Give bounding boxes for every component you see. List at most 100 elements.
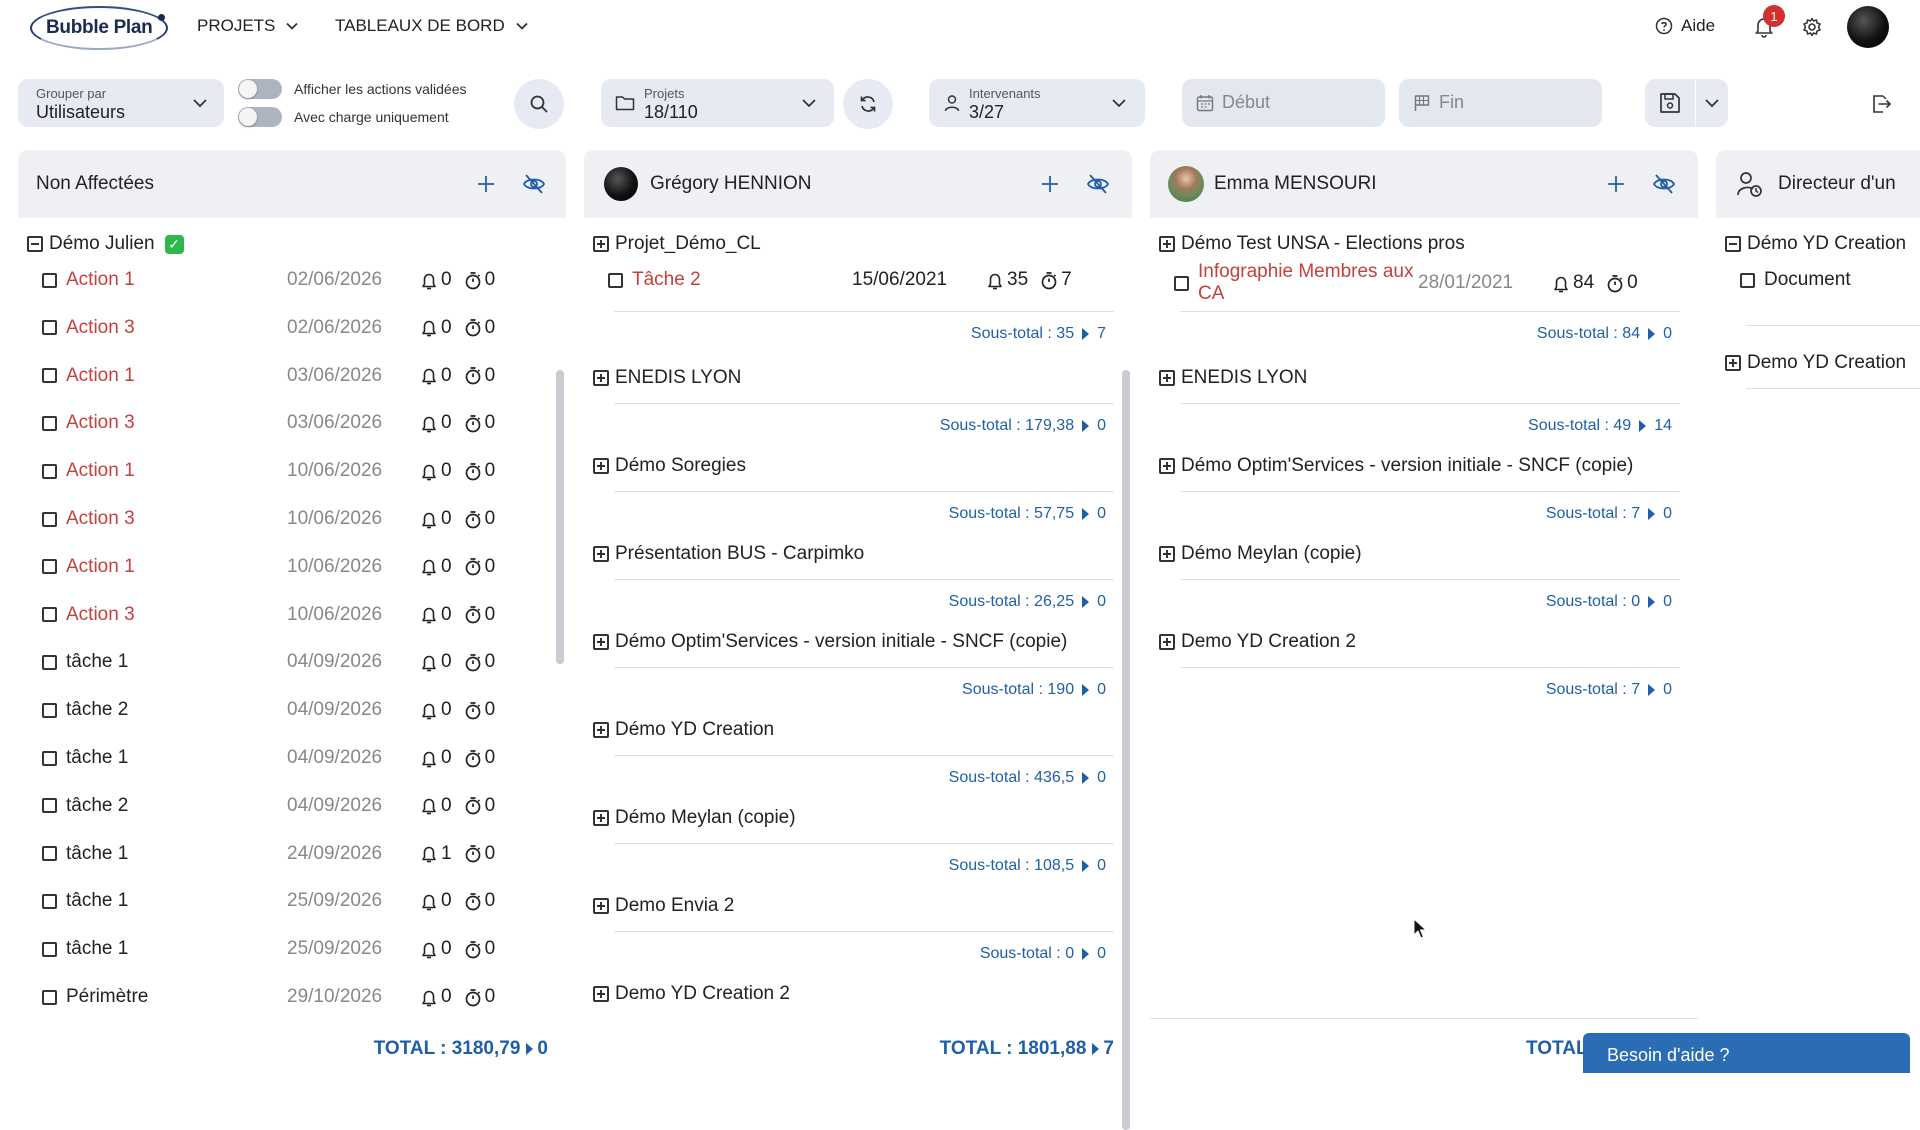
expand-icon[interactable] [1725, 355, 1741, 371]
task-row[interactable]: Action 3 10/06/2026 0 0 [42, 504, 546, 534]
project-group-header[interactable]: ENEDIS LYON [593, 367, 741, 389]
expand-icon[interactable] [593, 370, 609, 386]
expand-icon[interactable] [593, 722, 609, 738]
task-name[interactable]: tâche 1 [66, 651, 128, 673]
task-name[interactable]: Action 3 [66, 508, 135, 530]
task-row[interactable]: Action 3 02/06/2026 0 0 [42, 313, 546, 343]
toggle-switch[interactable] [238, 107, 282, 127]
expand-icon[interactable] [593, 634, 609, 650]
eye-off-icon[interactable] [1086, 172, 1110, 196]
toggle-switch[interactable] [238, 79, 282, 99]
task-row[interactable]: Action 1 10/06/2026 0 0 [42, 456, 546, 486]
project-group-header[interactable]: Projet_Démo_CL [593, 233, 761, 255]
task-checkbox[interactable] [42, 607, 57, 623]
task-row[interactable]: tâche 1 04/09/2026 0 0 [42, 647, 546, 677]
project-group-header[interactable]: Demo Envia 2 [593, 895, 734, 917]
plus-icon[interactable] [1040, 174, 1060, 194]
project-group-header[interactable]: Démo YD Creation [593, 719, 774, 741]
intervenants-select[interactable]: Intervenants 3/27 [929, 79, 1145, 127]
task-name[interactable]: tâche 2 [66, 699, 128, 721]
task-row[interactable]: Action 3 10/06/2026 0 0 [42, 600, 546, 630]
expand-icon[interactable] [1159, 236, 1175, 252]
expand-icon[interactable] [593, 986, 609, 1002]
task-row[interactable]: Tâche 2 15/06/2021 35 7 [608, 265, 1112, 295]
task-row[interactable]: Infographie Membres aux CA 28/01/2021 84 0 [1174, 261, 1678, 304]
end-date-field[interactable]: Fin [1399, 79, 1602, 127]
expand-icon[interactable] [1159, 370, 1175, 386]
nav-menu-projets[interactable]: PROJETS [197, 16, 299, 36]
task-name[interactable]: Action 1 [66, 269, 135, 291]
task-checkbox[interactable] [42, 463, 57, 479]
task-name[interactable]: Document [1764, 269, 1851, 291]
task-checkbox[interactable] [42, 750, 57, 766]
task-name[interactable]: tâche 1 [66, 890, 128, 912]
collapse-icon[interactable] [27, 236, 43, 252]
scrollbar-thumb[interactable] [1122, 370, 1130, 1130]
task-checkbox[interactable] [42, 798, 57, 814]
task-checkbox[interactable] [42, 893, 57, 909]
project-group-header[interactable]: Démo Julien ✓ [27, 233, 184, 255]
task-checkbox[interactable] [42, 559, 57, 575]
scrollbar-thumb[interactable] [556, 370, 564, 664]
task-checkbox[interactable] [42, 654, 57, 670]
project-group-header[interactable]: Démo Meylan (copie) [593, 807, 796, 829]
task-checkbox[interactable] [1174, 275, 1189, 291]
task-row[interactable]: Action 3 03/06/2026 0 0 [42, 408, 546, 438]
start-date-field[interactable]: Début [1182, 79, 1385, 127]
nav-menu-tableaux[interactable]: TABLEAUX DE BORD [335, 16, 529, 36]
project-group-header[interactable]: Demo YD Creation [1725, 352, 1906, 374]
task-checkbox[interactable] [42, 941, 57, 957]
task-name[interactable]: Infographie Membres aux CA [1198, 261, 1428, 305]
task-name[interactable]: Action 3 [66, 604, 135, 626]
expand-icon[interactable] [593, 898, 609, 914]
task-name[interactable]: Action 1 [66, 365, 135, 387]
task-name[interactable]: Tâche 2 [632, 269, 701, 291]
task-row[interactable]: Document [1740, 265, 1900, 295]
task-row[interactable]: tâche 1 25/09/2026 0 0 [42, 934, 546, 964]
task-checkbox[interactable] [1740, 272, 1755, 288]
task-row[interactable]: tâche 2 04/09/2026 0 0 [42, 791, 546, 821]
task-name[interactable]: Action 3 [66, 317, 135, 339]
task-row[interactable]: Action 1 10/06/2026 0 0 [42, 552, 546, 582]
project-group-header[interactable]: Démo Optim'Services - version initiale -… [593, 631, 1067, 653]
expand-icon[interactable] [593, 236, 609, 252]
task-checkbox[interactable] [42, 320, 57, 336]
search-button[interactable] [514, 79, 564, 129]
task-name[interactable]: Périmètre [66, 986, 148, 1008]
projects-select[interactable]: Projets 18/110 [601, 79, 834, 127]
collapse-icon[interactable] [1725, 236, 1741, 252]
group-by-select[interactable]: Grouper par Utilisateurs [18, 79, 224, 127]
task-checkbox[interactable] [42, 272, 57, 288]
expand-icon[interactable] [593, 810, 609, 826]
plus-icon[interactable] [476, 174, 496, 194]
task-checkbox[interactable] [608, 272, 623, 288]
task-row[interactable]: tâche 2 04/09/2026 0 0 [42, 695, 546, 725]
gear-icon[interactable] [1802, 17, 1822, 37]
expand-icon[interactable] [1159, 546, 1175, 562]
task-checkbox[interactable] [42, 702, 57, 718]
eye-off-icon[interactable] [522, 172, 546, 196]
project-group-header[interactable]: Démo Soregies [593, 455, 746, 477]
plus-icon[interactable] [1606, 174, 1626, 194]
help-link[interactable]: Aide [1655, 16, 1715, 36]
toggle-validated-actions[interactable]: Afficher les actions validées [238, 79, 467, 99]
save-view-button[interactable] [1645, 79, 1695, 127]
expand-icon[interactable] [593, 458, 609, 474]
expand-icon[interactable] [1159, 458, 1175, 474]
task-row[interactable]: tâche 1 04/09/2026 0 0 [42, 743, 546, 773]
save-view-dropdown[interactable] [1696, 79, 1728, 127]
task-row[interactable]: Action 1 02/06/2026 0 0 [42, 265, 546, 295]
project-group-header[interactable]: Demo YD Creation 2 [593, 983, 790, 1005]
project-group-header[interactable]: Démo Optim'Services - version initiale -… [1159, 455, 1633, 477]
task-checkbox[interactable] [42, 846, 57, 862]
project-group-header[interactable]: Demo YD Creation 2 [1159, 631, 1356, 653]
task-name[interactable]: tâche 1 [66, 843, 128, 865]
task-name[interactable]: Action 1 [66, 460, 135, 482]
user-avatar[interactable] [1847, 6, 1889, 48]
task-row[interactable]: Action 1 03/06/2026 0 0 [42, 361, 546, 391]
app-logo[interactable]: Bubble Plan [30, 4, 170, 50]
expand-icon[interactable] [593, 546, 609, 562]
task-name[interactable]: Action 1 [66, 556, 135, 578]
project-group-header[interactable]: Présentation BUS - Carpimko [593, 543, 864, 565]
toggle-charge-only[interactable]: Avec charge uniquement [238, 107, 449, 127]
